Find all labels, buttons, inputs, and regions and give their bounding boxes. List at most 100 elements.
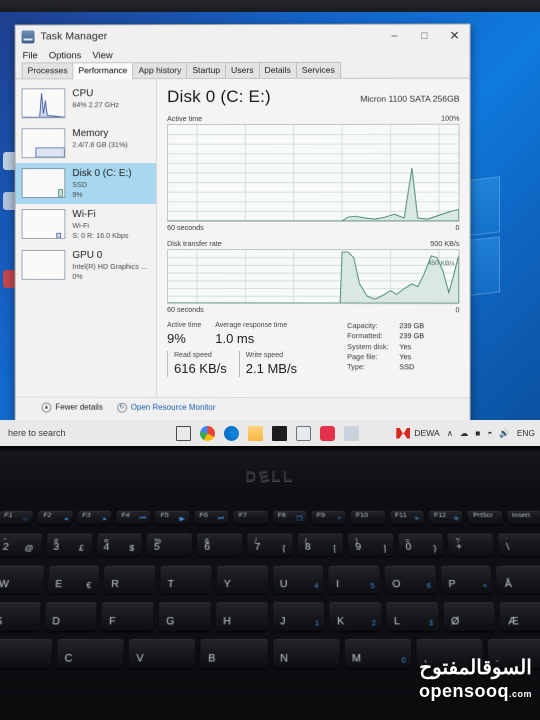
- key-numpad-label: 3: [428, 620, 434, 628]
- key-w[interactable]: W: [0, 565, 44, 594]
- tab-services[interactable]: Services: [295, 61, 341, 78]
- key-aring[interactable]: Å: [496, 565, 540, 594]
- key-j[interactable]: J1: [272, 602, 325, 631]
- key-f[interactable]: F: [101, 602, 154, 631]
- tray-dewa-app[interactable]: DEWA: [396, 427, 440, 439]
- key-i[interactable]: I5: [328, 565, 381, 594]
- key-f7[interactable]: F7: [233, 510, 268, 525]
- key-plus[interactable]: ? +: [447, 533, 495, 556]
- key-n[interactable]: N: [272, 639, 340, 669]
- key-prtscr[interactable]: PrtScr: [467, 510, 504, 525]
- key-r[interactable]: R: [103, 565, 156, 594]
- key-f10[interactable]: F10: [350, 510, 386, 525]
- key-label: F5: [160, 512, 169, 519]
- key-u[interactable]: U4: [272, 565, 324, 594]
- tray-chevron-icon[interactable]: ∧: [447, 428, 453, 438]
- stats-row-top: Active time 9% Average response time 1.0…: [167, 321, 339, 347]
- key-l[interactable]: L3: [386, 602, 439, 631]
- key-8[interactable]: (8[: [297, 533, 344, 556]
- tab-users[interactable]: Users: [225, 61, 260, 79]
- key-f5[interactable]: F5 ▶: [154, 510, 190, 525]
- key-6[interactable]: & 6: [196, 533, 243, 556]
- task-view-icon[interactable]: [176, 425, 191, 441]
- key-2[interactable]: " 2 @: [0, 533, 43, 556]
- key-numpad-label: 4: [314, 583, 319, 591]
- maximize-button[interactable]: □: [409, 25, 439, 47]
- sidebar-gpu-name: GPU 0: [72, 249, 103, 261]
- mail-icon[interactable]: [296, 425, 311, 441]
- key-oslash[interactable]: Ø: [442, 602, 496, 631]
- key-f11[interactable]: F11 ☀: [389, 510, 425, 525]
- sidebar-item-cpu[interactable]: CPU 84% 2.27 GHz: [16, 83, 156, 123]
- key-f6[interactable]: F6 ⏭: [193, 510, 229, 525]
- key-5[interactable]: % 5: [146, 533, 193, 556]
- key-f2[interactable]: F2 ◂: [36, 510, 73, 525]
- onedrive-icon[interactable]: ☁: [460, 428, 468, 438]
- screenshot-root: Task Manager – □ ✕ File Options View Pro…: [0, 0, 540, 720]
- key-ae[interactable]: Æ: [499, 602, 540, 631]
- key-insert[interactable]: Insert: [506, 510, 540, 525]
- open-resource-monitor-link[interactable]: ↻ Open Resource Monitor: [116, 402, 216, 413]
- stat-capacity-value: 239 GB: [399, 321, 425, 331]
- key-9[interactable]: ) 9]: [347, 533, 394, 556]
- tab-details[interactable]: Details: [258, 61, 297, 78]
- photos-icon[interactable]: [344, 425, 359, 441]
- keyboard-number-row: " 2 @ #3 £ ¤ 4 $ % 5 & 6 /7{ (8[ ) 9] = 0} ? + ` \: [0, 533, 540, 556]
- key-label: \: [505, 542, 510, 553]
- tab-performance[interactable]: Performance: [72, 62, 134, 80]
- chrome-icon[interactable]: [200, 425, 215, 441]
- store-icon[interactable]: [272, 425, 287, 441]
- key-f4[interactable]: F4 ⏮: [115, 510, 151, 525]
- key-7[interactable]: /7{: [247, 533, 293, 556]
- fewer-details-button[interactable]: ▲ Fewer details: [41, 402, 103, 413]
- menu-options[interactable]: Options: [49, 50, 82, 61]
- tab-processes[interactable]: Processes: [21, 62, 74, 79]
- key-h[interactable]: H: [215, 602, 268, 631]
- close-button[interactable]: ✕: [439, 24, 469, 46]
- menu-view[interactable]: View: [92, 50, 112, 61]
- file-explorer-icon[interactable]: [248, 425, 263, 441]
- key-3[interactable]: #3 £: [45, 533, 93, 556]
- key-x[interactable]: X: [0, 639, 53, 669]
- key-backslash[interactable]: ` \: [497, 533, 540, 556]
- key-v[interactable]: V: [128, 639, 196, 669]
- search-box[interactable]: here to search: [0, 428, 176, 438]
- edge-icon[interactable]: [224, 425, 239, 441]
- key-4[interactable]: ¤ 4 $: [95, 533, 143, 556]
- stat-active-time-value: 9%: [167, 330, 186, 346]
- key-s[interactable]: S: [0, 602, 41, 631]
- sidebar-item-gpu-0[interactable]: GPU 0 Intel(R) HD Graphics ... 0%: [16, 245, 156, 286]
- volume-icon[interactable]: 🔊: [499, 428, 509, 439]
- key-e[interactable]: E €: [47, 565, 100, 594]
- key-f1[interactable]: F1 ☼: [0, 510, 34, 525]
- sidebar-item-disk-0[interactable]: Disk 0 (C: E:) SSD 9%: [15, 163, 157, 205]
- sidebar-item-memory[interactable]: Memory 2.4/7.8 GB (31%): [16, 123, 156, 163]
- battery-icon[interactable]: ■: [475, 428, 480, 438]
- stat-row-formatted: Formatted: 239 GB: [347, 331, 459, 341]
- key-t[interactable]: T: [159, 565, 212, 594]
- tab-app-history[interactable]: App history: [132, 62, 188, 79]
- wifi-icon[interactable]: ◓: [487, 428, 492, 438]
- minimize-button[interactable]: –: [379, 25, 409, 47]
- key-p[interactable]: P ×: [440, 565, 493, 594]
- key-f9[interactable]: F9 ⌕: [311, 510, 347, 525]
- key-c[interactable]: C: [56, 639, 124, 669]
- key-m[interactable]: M0: [344, 639, 412, 669]
- key-g[interactable]: G: [158, 602, 211, 631]
- stat-row-type: Type: SSD: [347, 362, 459, 373]
- youtube-icon[interactable]: [320, 425, 335, 441]
- menu-file[interactable]: File: [23, 50, 38, 61]
- key-d[interactable]: D: [44, 602, 98, 631]
- key-f12[interactable]: F12 ❄: [428, 510, 464, 525]
- sidebar-item-wifi[interactable]: Wi-Fi Wi-Fi S: 0 R: 16.0 Kbps: [16, 204, 156, 245]
- key-f3[interactable]: F3 ▸: [76, 510, 112, 525]
- tab-startup[interactable]: Startup: [186, 62, 227, 79]
- key-k[interactable]: K2: [329, 602, 382, 631]
- key-b[interactable]: B: [200, 639, 268, 669]
- key-y[interactable]: Y: [216, 565, 268, 594]
- key-f8[interactable]: F8 ❐: [272, 510, 307, 525]
- key-0[interactable]: = 0}: [397, 533, 445, 556]
- language-indicator[interactable]: ENG: [517, 428, 535, 438]
- key-o[interactable]: O6: [384, 565, 437, 594]
- key-altgr-label: [: [333, 543, 336, 553]
